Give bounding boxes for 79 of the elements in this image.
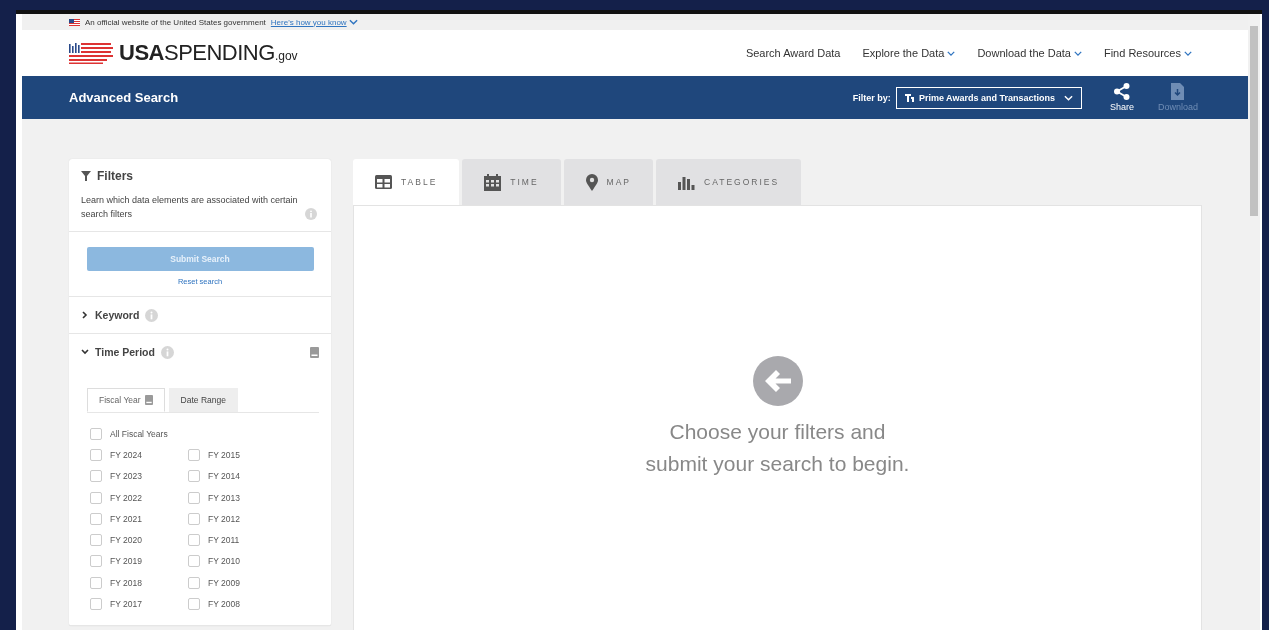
checkbox[interactable] <box>90 555 102 568</box>
chevron-down-icon <box>81 348 89 356</box>
period-tab[interactable]: Fiscal Year <box>87 388 165 412</box>
chevron-down-icon <box>1184 50 1192 56</box>
chevron-down-icon <box>348 19 358 25</box>
info-icon <box>145 308 159 322</box>
banner-text: An official website of the United States government <box>85 17 266 27</box>
table-icon <box>375 175 392 189</box>
checkbox[interactable] <box>188 555 200 568</box>
checkbox[interactable] <box>90 534 102 547</box>
checkbox[interactable] <box>188 470 200 483</box>
flag-icon <box>69 18 80 26</box>
share-button[interactable]: Share <box>1109 83 1134 112</box>
view-tab[interactable]: MAP <box>563 159 654 205</box>
nav-link[interactable]: Find Resources <box>1103 47 1192 59</box>
checkbox[interactable] <box>90 598 102 610</box>
checkbox-option[interactable]: FY 2018 <box>90 572 188 594</box>
checkbox[interactable] <box>188 448 200 461</box>
nav-link[interactable]: Explore the Data <box>862 47 956 59</box>
map-pin-icon <box>585 173 598 191</box>
info-icon <box>160 345 174 359</box>
checkbox-option[interactable]: FY 2023 <box>90 465 188 487</box>
book-icon <box>144 395 153 405</box>
checkbox[interactable] <box>90 491 102 504</box>
filters-note: Learn which data elements are associated with certain search filters <box>81 194 299 221</box>
chevron-right-icon <box>81 311 89 319</box>
checkbox-option[interactable]: All Fiscal Years <box>90 423 319 445</box>
filter-icon <box>81 171 91 181</box>
empty-state-message: Choose your filters and submit your search to begin. <box>645 419 910 477</box>
checkbox-option[interactable]: FY 2021 <box>90 508 188 530</box>
checkbox[interactable] <box>188 576 200 589</box>
panel-title: Filters <box>97 169 133 183</box>
page-title: Advanced Search <box>69 90 179 105</box>
checkbox[interactable] <box>188 512 200 525</box>
logo-mark-icon <box>69 42 113 64</box>
document-download-icon <box>1171 83 1185 100</box>
checkbox[interactable] <box>90 448 102 461</box>
checkbox[interactable] <box>188 598 200 610</box>
filter-section-header[interactable]: Keyword <box>81 307 319 323</box>
nav-link[interactable]: Search Award Data <box>745 47 841 59</box>
filter-dropdown[interactable]: Prime Awards and Transactions <box>895 86 1082 109</box>
filter-label: Filter by: <box>852 92 891 103</box>
scrollbar[interactable] <box>1248 14 1260 630</box>
checkbox[interactable] <box>90 427 102 440</box>
banner-link[interactable]: Here's how you know <box>270 17 347 27</box>
view-tab[interactable]: TIME <box>462 159 561 205</box>
checkbox[interactable] <box>188 534 200 547</box>
checkbox-option[interactable]: FY 2013 <box>188 486 288 509</box>
checkbox-option[interactable]: FY 2020 <box>90 529 188 551</box>
chevron-down-icon <box>1063 94 1073 101</box>
view-tab[interactable]: TABLE <box>353 159 460 205</box>
checkbox[interactable] <box>90 470 102 483</box>
site-logo[interactable]: USASPENDING.gov <box>69 40 298 66</box>
checkbox-option[interactable]: FY 2008 <box>188 593 288 615</box>
info-icon <box>305 208 317 220</box>
checkbox-option[interactable]: FY 2011 <box>188 529 288 551</box>
checkbox-option[interactable]: FY 2024 <box>90 444 188 466</box>
share-icon <box>1113 83 1130 100</box>
view-tab[interactable]: CATEGORIES <box>656 159 802 205</box>
chevron-down-icon <box>947 50 956 56</box>
checkbox-option[interactable]: FY 2015 <box>188 444 288 466</box>
checkbox-option[interactable]: FY 2012 <box>188 508 288 530</box>
bar-chart-icon <box>678 174 696 190</box>
checkbox[interactable] <box>90 576 102 589</box>
chevron-down-icon <box>1073 50 1082 56</box>
checkbox-option[interactable]: FY 2017 <box>90 593 188 615</box>
checkbox-option[interactable]: FY 2010 <box>188 550 288 573</box>
calendar-icon <box>484 173 502 191</box>
arrow-left-circle-icon <box>752 356 803 406</box>
checkbox[interactable] <box>90 512 102 525</box>
nav-link[interactable]: Download the Data <box>977 47 1082 59</box>
filter-section-header[interactable]: Time Period <box>81 344 319 360</box>
checkbox-option[interactable]: FY 2009 <box>188 572 288 594</box>
checkbox-option[interactable]: FY 2019 <box>90 550 188 573</box>
checkbox[interactable] <box>188 491 200 504</box>
checkbox-option[interactable]: FY 2022 <box>90 486 188 509</box>
period-tab[interactable]: Date Range <box>168 388 238 412</box>
book-icon <box>310 346 319 358</box>
checkbox-option[interactable]: FY 2014 <box>188 465 288 487</box>
